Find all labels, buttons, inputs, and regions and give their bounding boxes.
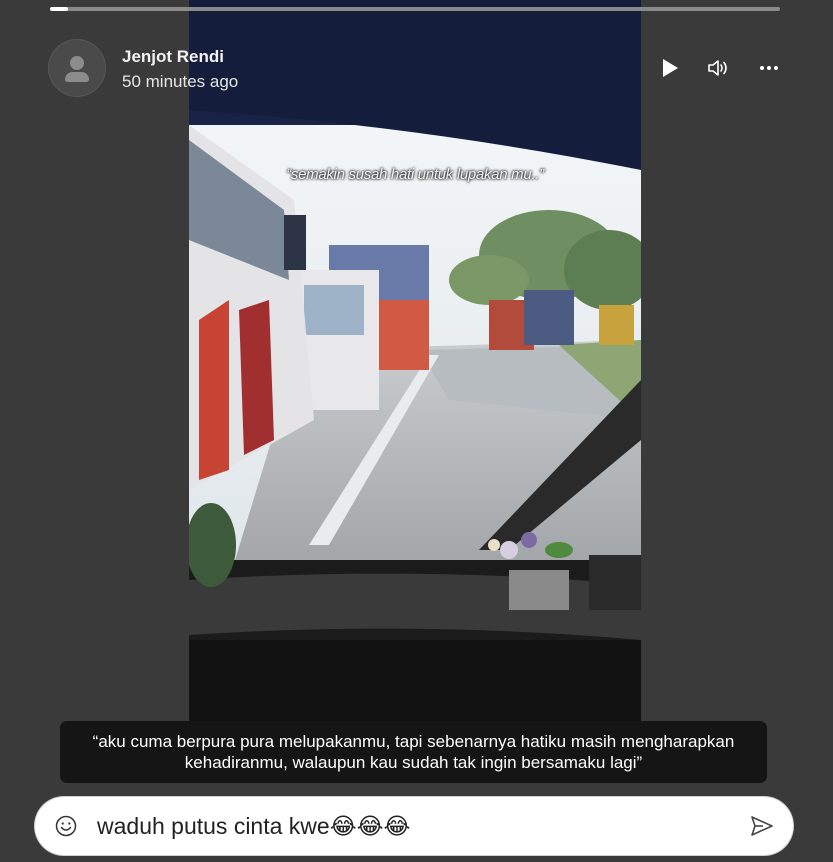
author-name[interactable]: Jenjot Rendi [122, 47, 224, 67]
avatar[interactable] [48, 39, 106, 97]
emoji-button[interactable] [53, 813, 79, 839]
reply-bar [35, 797, 793, 855]
story-caption: “aku cuma berpura pura melupakanmu, tapi… [60, 721, 767, 783]
story-progress-bar [50, 7, 780, 11]
more-options-button[interactable] [754, 55, 784, 81]
story-caption-text: “aku cuma berpura pura melupakanmu, tapi… [92, 732, 735, 772]
post-time: 50 minutes ago [122, 72, 239, 91]
play-icon [663, 59, 678, 77]
story-video[interactable]: “semakin susah hati untuk lupakan mu..” [189, 0, 641, 725]
smiley-icon [55, 815, 77, 837]
avatar-placeholder-icon [70, 56, 84, 70]
video-overlay-text: “semakin susah hati untuk lupakan mu..” [286, 166, 544, 183]
story-progress-fill [50, 7, 69, 11]
volume-button[interactable] [704, 55, 734, 81]
volume-icon [708, 60, 727, 76]
play-button[interactable] [655, 55, 685, 81]
story-header: Jenjot Rendi 50 minutes ago [48, 39, 788, 99]
story-viewer: “semakin susah hati untuk lupakan mu..” … [0, 0, 833, 862]
more-icon [760, 66, 778, 70]
reply-input[interactable] [97, 807, 717, 845]
send-button[interactable] [749, 813, 775, 839]
send-icon [751, 816, 773, 836]
video-frame-image [189, 0, 641, 725]
